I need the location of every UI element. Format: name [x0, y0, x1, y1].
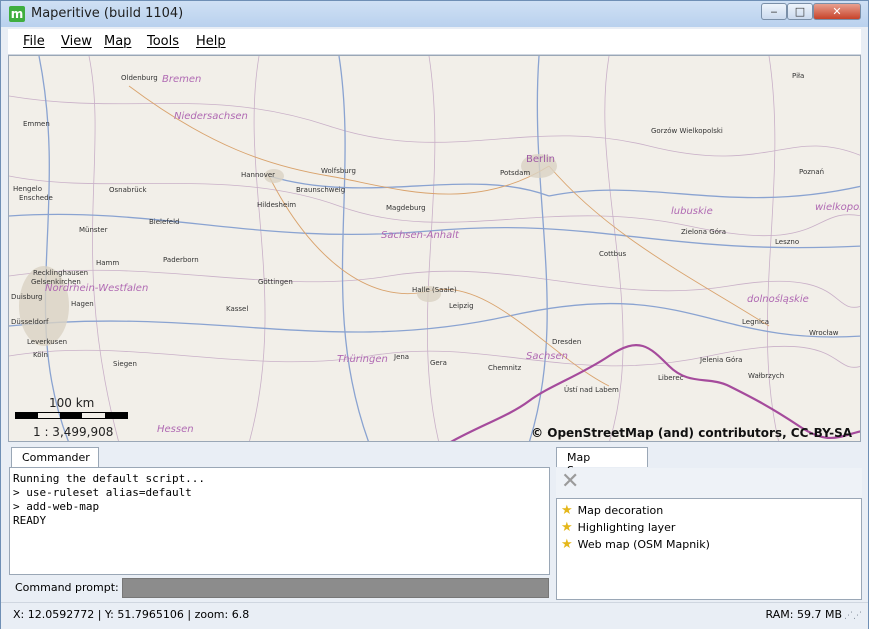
map-label-city: Braunschweig: [296, 186, 346, 194]
menu-map[interactable]: Map: [104, 34, 131, 49]
map-label-city: Jelenia Góra: [700, 356, 743, 364]
map-label-city: Göttingen: [258, 278, 293, 286]
map-label-city: Potsdam: [500, 169, 531, 177]
map-attribution: © OpenStreetMap (and) contributors, CC-B…: [531, 426, 852, 440]
map-sources-toolbar: [556, 468, 862, 498]
map-label-city: Siegen: [113, 360, 137, 368]
map-label-city: Legnica: [742, 318, 770, 326]
map-label-city: Wałbrzych: [748, 372, 785, 380]
map-label-region: wielkopols: [815, 202, 860, 213]
map-label-city: Chemnitz: [488, 364, 522, 372]
map-label-region: Nordrhein-Westfalen: [45, 283, 149, 294]
map-label-city: Düsseldorf: [11, 318, 49, 326]
map-label-city: Recklinghausen: [33, 269, 89, 277]
tab-commander[interactable]: Commander: [11, 447, 99, 467]
map-label-city: Hamm: [96, 259, 120, 267]
star-icon: ★: [561, 503, 573, 518]
map-label-city: Halle (Saale): [412, 286, 457, 294]
command-prompt-label: Command prompt:: [15, 581, 119, 594]
map-sources-tabstrip: Map Sources: [556, 447, 862, 477]
minimize-button[interactable]: ‒: [761, 3, 787, 20]
map-label-region: Sachsen-Anhalt: [381, 230, 459, 241]
map-label-city: Duisburg: [11, 293, 43, 301]
map-label-city: Hagen: [71, 300, 94, 308]
source-item-label: Web map (OSM Mapnik): [577, 538, 710, 551]
scale-ratio: 1 : 3,499,908: [33, 425, 114, 439]
scale-bar: [15, 412, 128, 419]
source-item[interactable]: ★ Map decoration: [561, 503, 663, 518]
console-line: > add-web-map: [13, 500, 100, 513]
map-label-city: Münster: [79, 226, 108, 234]
map-label-city: Paderborn: [163, 256, 199, 264]
map-label-city: Leipzig: [449, 302, 474, 310]
map-label-city: Gorzów Wielkopolski: [651, 127, 723, 135]
map-label-city: Wolfsburg: [321, 167, 356, 175]
map-roads-layer: [9, 56, 860, 441]
map-label-city: Leszno: [775, 238, 800, 246]
map-label-city: Jena: [394, 353, 410, 361]
map-label-region: lubuskie: [671, 206, 713, 217]
console-line: > use-ruleset alias=default: [13, 486, 192, 499]
map-label-city: Cottbus: [599, 250, 627, 258]
map-label-city: Gera: [430, 359, 447, 367]
map-label-city: Ústí nad Labem: [564, 386, 619, 394]
map-label-city: Hildesheim: [257, 201, 297, 209]
app-window: m Maperitive (build 1104) ‒ □ ✕ File Vie…: [0, 0, 869, 629]
maximize-button[interactable]: □: [787, 3, 813, 20]
title-bar[interactable]: m Maperitive (build 1104) ‒ □ ✕: [1, 1, 868, 27]
map-label-region: dolnośląskie: [747, 294, 809, 305]
map-label-city: Piła: [792, 72, 805, 80]
map-label-city: Köln: [33, 351, 48, 359]
status-coordinates: X: 12.0592772 | Y: 51.7965106 | zoom: 6.…: [13, 608, 250, 621]
app-icon: m: [9, 6, 25, 22]
delete-source-icon[interactable]: ✕: [561, 471, 579, 493]
source-item[interactable]: ★ Highlighting layer: [561, 520, 675, 535]
map-label-region: Sachsen: [526, 351, 569, 362]
menu-bar: File View Map Tools Help: [8, 29, 861, 55]
close-button[interactable]: ✕: [813, 3, 861, 20]
resize-grip-icon[interactable]: ⋰⋰: [844, 611, 862, 621]
status-bar: X: 12.0592772 | Y: 51.7965106 | zoom: 6.…: [1, 602, 868, 629]
map-label-capital: Berlin: [526, 154, 556, 165]
map-label-city: Emmen: [23, 120, 50, 128]
star-icon: ★: [561, 537, 573, 552]
source-item-label: Map decoration: [577, 504, 664, 517]
map-label-region: Hessen: [157, 424, 194, 435]
source-item-label: Highlighting layer: [577, 521, 676, 534]
command-prompt-input[interactable]: [122, 578, 549, 598]
map-label-city: Dresden: [552, 338, 582, 346]
map-label-city: Magdeburg: [386, 204, 426, 212]
map-label-city: Hengelo: [13, 185, 42, 193]
map-label-region: Niedersachsen: [174, 111, 248, 122]
status-ram: RAM: 59.7 MB: [765, 608, 842, 621]
window-title: Maperitive (build 1104): [31, 6, 184, 21]
commander-output[interactable]: Running the default script... > use-rule…: [9, 467, 550, 575]
scale-distance: 100 km: [49, 396, 95, 410]
console-line: READY: [13, 514, 47, 527]
map-label-region: Thüringen: [337, 354, 388, 365]
map-label-city: Wrocław: [809, 329, 839, 337]
map-label-city: Osnabrück: [109, 186, 147, 194]
console-line: Running the default script...: [13, 472, 206, 485]
map-label-city: Zielona Góra: [681, 228, 727, 236]
map-view[interactable]: Oldenburg Emmen Hengelo Enschede Münster…: [8, 55, 861, 442]
tab-map-sources[interactable]: Map Sources: [556, 447, 648, 477]
menu-view[interactable]: View: [61, 34, 92, 49]
map-label-city: Oldenburg: [121, 74, 158, 82]
map-label-region: Bremen: [162, 74, 202, 85]
map-label-city: Hannover: [241, 171, 276, 179]
menu-file[interactable]: File: [23, 34, 45, 49]
commander-tabstrip: Commander: [9, 447, 549, 468]
map-label-city: Kassel: [226, 305, 249, 313]
menu-tools[interactable]: Tools: [147, 34, 179, 49]
map-label-city: Poznań: [799, 168, 825, 176]
map-label-city: Leverkusen: [27, 338, 68, 346]
star-icon: ★: [561, 520, 573, 535]
source-item[interactable]: ★ Web map (OSM Mapnik): [561, 537, 710, 552]
menu-help[interactable]: Help: [196, 34, 226, 49]
map-label-city: Bielefeld: [149, 218, 180, 226]
map-label-city: Enschede: [19, 194, 53, 202]
map-label-city: Liberec: [658, 374, 684, 382]
